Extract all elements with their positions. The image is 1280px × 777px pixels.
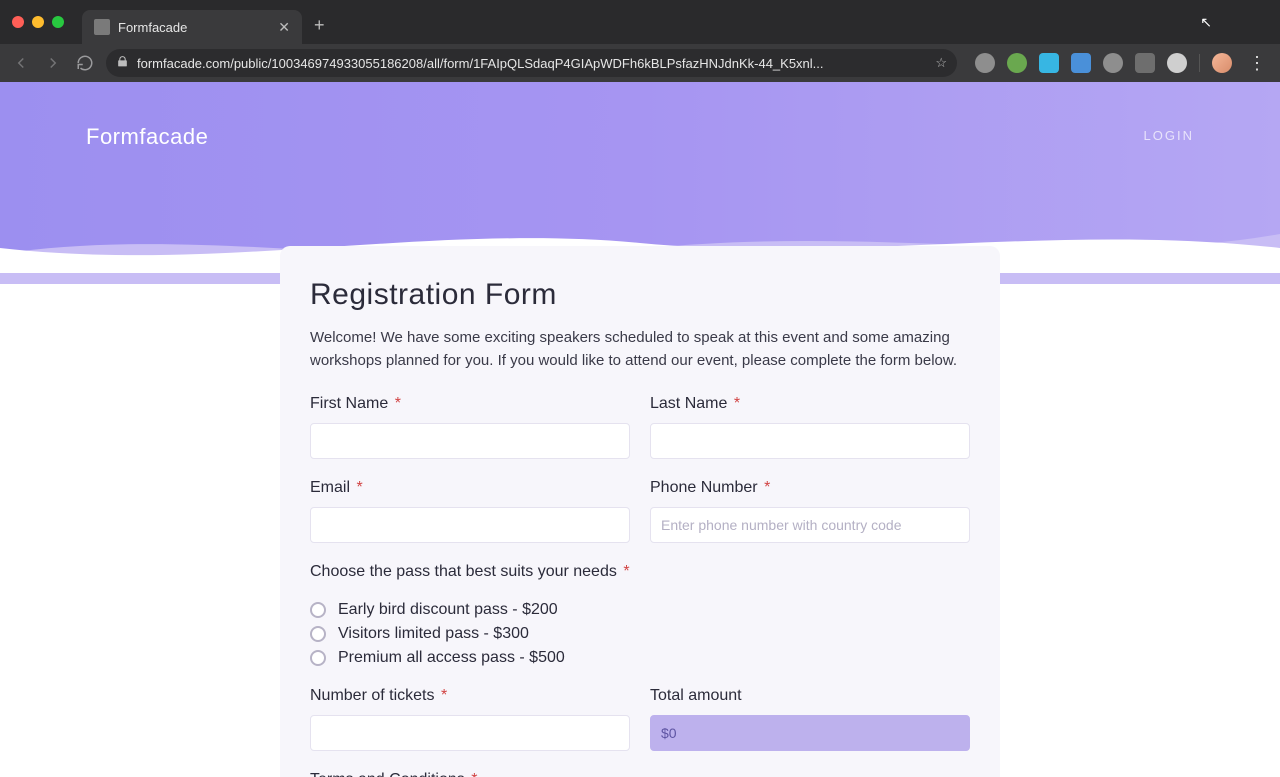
- form-description: Welcome! We have some exciting speakers …: [310, 326, 970, 373]
- pass-options: Early bird discount pass - $200 Visitors…: [310, 601, 970, 667]
- url-text: formfacade.com/public/100346974933055186…: [137, 56, 921, 71]
- required-indicator: *: [356, 479, 362, 496]
- maximize-window-button[interactable]: [52, 16, 64, 28]
- email-field: Email *: [310, 479, 630, 543]
- terms-block: Terms and Conditions * Please read the t…: [310, 771, 970, 777]
- browser-toolbar: formfacade.com/public/100346974933055186…: [0, 44, 1280, 82]
- lock-icon: [116, 55, 129, 71]
- window-controls: [12, 16, 64, 28]
- close-tab-button[interactable]: ✕: [278, 19, 290, 36]
- separator: [1199, 54, 1200, 72]
- phone-label: Phone Number *: [650, 479, 970, 497]
- first-name-field: First Name *: [310, 395, 630, 459]
- form-title: Registration Form: [310, 278, 970, 312]
- phone-input[interactable]: [650, 507, 970, 543]
- required-indicator: *: [764, 479, 770, 496]
- total-field: Total amount: [650, 687, 970, 751]
- extension-icon[interactable]: [1103, 53, 1123, 73]
- extension-icons: ⋮: [975, 53, 1270, 74]
- first-name-input[interactable]: [310, 423, 630, 459]
- extension-icon[interactable]: [1071, 53, 1091, 73]
- total-amount-display: [650, 715, 970, 751]
- login-link[interactable]: LOGIN: [1144, 128, 1194, 143]
- pass-option-label: Premium all access pass - $500: [338, 649, 565, 667]
- required-indicator: *: [623, 563, 629, 580]
- required-indicator: *: [395, 395, 401, 412]
- email-input[interactable]: [310, 507, 630, 543]
- form-card: Registration Form Welcome! We have some …: [280, 246, 1000, 777]
- pass-option-early-bird[interactable]: Early bird discount pass - $200: [310, 601, 970, 619]
- radio-icon: [310, 650, 326, 666]
- close-window-button[interactable]: [12, 16, 24, 28]
- radio-icon: [310, 626, 326, 642]
- phone-field: Phone Number *: [650, 479, 970, 543]
- browser-tab[interactable]: Formfacade ✕: [82, 10, 302, 44]
- forward-button[interactable]: [42, 52, 64, 74]
- pass-option-label: Visitors limited pass - $300: [338, 625, 529, 643]
- first-name-label: First Name *: [310, 395, 630, 413]
- last-name-field: Last Name *: [650, 395, 970, 459]
- pass-option-visitors[interactable]: Visitors limited pass - $300: [310, 625, 970, 643]
- pass-option-premium[interactable]: Premium all access pass - $500: [310, 649, 970, 667]
- required-indicator: *: [734, 395, 740, 412]
- page-content: Formfacade LOGIN Registration Form Welco…: [0, 82, 1280, 777]
- extension-icon[interactable]: [1167, 53, 1187, 73]
- radio-icon: [310, 602, 326, 618]
- hero-banner: Formfacade LOGIN: [0, 82, 1280, 272]
- titlebar: Formfacade ✕ + ↖: [0, 0, 1280, 44]
- reload-button[interactable]: [74, 52, 96, 74]
- extension-icon[interactable]: [975, 53, 995, 73]
- required-indicator: *: [441, 687, 447, 704]
- required-indicator: *: [471, 771, 477, 777]
- mouse-cursor-icon: ↖: [1200, 14, 1212, 31]
- tab-title: Formfacade: [118, 20, 270, 35]
- last-name-input[interactable]: [650, 423, 970, 459]
- browser-menu-button[interactable]: ⋮: [1244, 53, 1270, 74]
- brand-logo[interactable]: Formfacade: [86, 124, 208, 150]
- extension-icon[interactable]: [1135, 53, 1155, 73]
- email-label: Email *: [310, 479, 630, 497]
- new-tab-button[interactable]: +: [314, 15, 325, 36]
- tickets-field: Number of tickets *: [310, 687, 630, 751]
- extension-icon[interactable]: [1007, 53, 1027, 73]
- total-label: Total amount: [650, 687, 970, 705]
- last-name-label: Last Name *: [650, 395, 970, 413]
- extension-icon[interactable]: [1039, 53, 1059, 73]
- bookmark-star-icon[interactable]: ☆: [935, 55, 947, 71]
- address-bar[interactable]: formfacade.com/public/100346974933055186…: [106, 49, 957, 77]
- tickets-label: Number of tickets *: [310, 687, 630, 705]
- browser-chrome: Formfacade ✕ + ↖ formfacade.com/public/1…: [0, 0, 1280, 82]
- favicon-icon: [94, 19, 110, 35]
- terms-label: Terms and Conditions *: [310, 771, 970, 777]
- pass-option-label: Early bird discount pass - $200: [338, 601, 558, 619]
- minimize-window-button[interactable]: [32, 16, 44, 28]
- tickets-input[interactable]: [310, 715, 630, 751]
- profile-avatar[interactable]: [1212, 53, 1232, 73]
- pass-label: Choose the pass that best suits your nee…: [310, 563, 970, 581]
- back-button[interactable]: [10, 52, 32, 74]
